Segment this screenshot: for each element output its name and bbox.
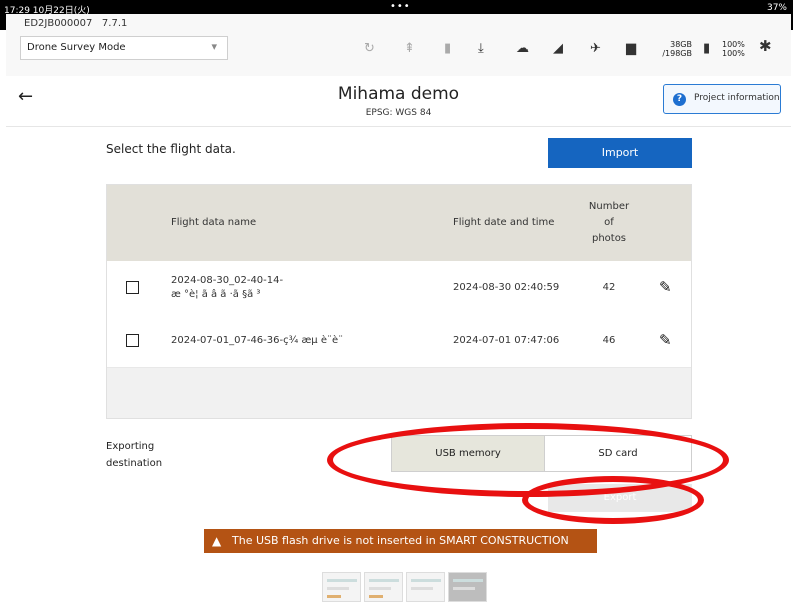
gear-icon[interactable]: ✱ <box>759 39 772 54</box>
label-line: Exporting <box>106 441 155 452</box>
edit-pencil-icon[interactable]: ✎ <box>659 331 672 349</box>
signal-icon: ◢ <box>553 41 563 56</box>
edit-pencil-icon[interactable]: ✎ <box>659 278 672 296</box>
project-information-label: Project information <box>694 93 780 103</box>
usb-warning-banner: ▲ The USB flash drive is not inserted in… <box>204 529 597 571</box>
flight-name: 2024-08-30_02-40-14- æ °è¦ ã â ã ·ã §ã ³ <box>171 274 283 302</box>
mode-select[interactable]: Drone Survey Mode ▾ <box>20 36 228 60</box>
device-info: ED2JB000007 7.7.1 <box>24 18 127 29</box>
battery-b: 100% <box>722 49 745 58</box>
select-flight-label: Select the flight data. <box>106 142 236 156</box>
storage-used: 38GB <box>670 40 692 49</box>
table-row[interactable]: 2024-07-01_07-46-36-ç¾ æµ è¨è¨ 2024-07-0… <box>107 314 691 368</box>
usb-memory-option[interactable]: USB memory <box>392 436 545 471</box>
device-id: ED2JB000007 <box>24 18 93 29</box>
thumbnail[interactable] <box>322 572 361 602</box>
cloud-icon: ☁ <box>516 41 529 56</box>
row-checkbox[interactable] <box>126 281 139 294</box>
sd-card-icon: ▮ <box>444 41 452 56</box>
column-header-photos: Number of photos <box>565 199 653 247</box>
row-checkbox[interactable] <box>126 334 139 347</box>
satellite-icon: ✈ <box>590 41 601 56</box>
help-icon: ? <box>673 93 686 106</box>
download-icon[interactable]: ⤓ <box>478 42 484 55</box>
photo-count: 42 <box>602 282 616 293</box>
destination-toggle: USB memory SD card <box>391 435 692 472</box>
table-header: Flight data name Flight date and time Nu… <box>107 185 691 261</box>
project-header: ← Mihama demo EPSG: WGS 84 ? Project inf… <box>6 76 791 127</box>
import-button[interactable]: Import <box>548 138 692 168</box>
screen-thumbnails <box>322 572 488 606</box>
flight-date: 2024-07-01 07:47:06 <box>453 335 560 346</box>
warning-text: The USB flash drive is not inserted in S… <box>232 534 569 571</box>
flight-date: 2024-08-30 02:40:59 <box>453 282 560 293</box>
flight-name-line: 2024-08-30_02-40-14- <box>171 275 284 286</box>
flight-name: 2024-07-01_07-46-36-ç¾ æµ è¨è¨ <box>171 335 344 346</box>
flight-data-table: Flight data name Flight date and time Nu… <box>106 184 692 419</box>
header-line: of <box>604 217 614 228</box>
header-line: Number <box>588 201 630 212</box>
chevron-down-icon: ▾ <box>211 40 217 53</box>
multitask-dots[interactable]: ••• <box>390 1 411 12</box>
mode-select-value: Drone Survey Mode <box>27 42 126 53</box>
app-window: ED2JB000007 7.7.1 Drone Survey Mode ▾ ↻ … <box>6 14 791 606</box>
battery-a: 100% <box>722 40 745 49</box>
column-header-date: Flight date and time <box>453 217 555 228</box>
export-button[interactable]: Export <box>548 484 692 512</box>
warning-icon: ▲ <box>212 534 222 548</box>
folder-icon[interactable]: ▆ <box>626 42 636 55</box>
storage-indicator: 38GB /198GB <box>652 40 692 58</box>
header-line: photos <box>591 233 627 244</box>
usb-icon: ⇞ <box>404 41 415 56</box>
storage-total: /198GB <box>662 49 692 58</box>
photo-count: 46 <box>602 335 616 346</box>
battery-indicator: 100% 100% <box>722 40 745 58</box>
table-row[interactable]: 2024-08-30_02-40-14- æ °è¦ ã â ã ·ã §ã ³… <box>107 261 691 315</box>
flight-name-line: æ °è¦ ã â ã ·ã §ã ³ <box>171 289 261 300</box>
device-toolbar: ED2JB000007 7.7.1 Drone Survey Mode ▾ ↻ … <box>6 14 791 77</box>
refresh-icon[interactable]: ↻ <box>364 42 375 55</box>
column-header-name: Flight data name <box>171 217 257 228</box>
battery-icon: ▮ <box>703 41 711 56</box>
exporting-destination-label: Exporting destination <box>106 438 162 472</box>
app-version: 7.7.1 <box>101 18 128 29</box>
system-battery-text: 37% <box>766 3 787 13</box>
label-line: destination <box>106 458 163 469</box>
thumbnail[interactable] <box>406 572 445 602</box>
thumbnail[interactable] <box>448 572 487 602</box>
project-information-button[interactable]: ? Project information <box>663 84 781 114</box>
thumbnail[interactable] <box>364 572 403 602</box>
sd-card-option[interactable]: SD card <box>545 436 691 471</box>
